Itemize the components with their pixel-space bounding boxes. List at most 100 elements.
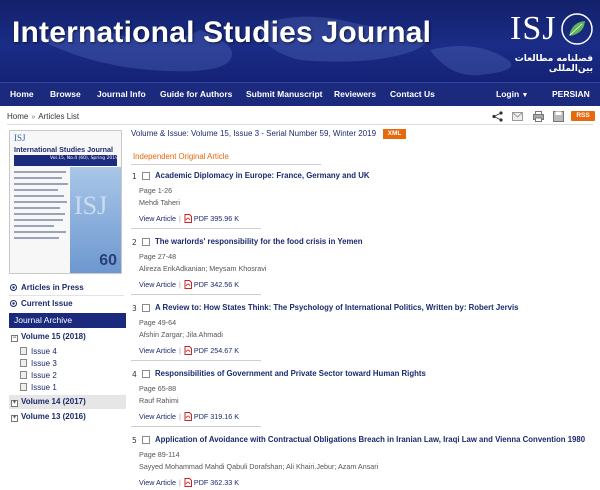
nav-contact-us[interactable]: Contact Us [390,89,435,99]
article-pages: Page 89-114 [139,450,180,459]
journal-logo[interactable]: ISJ فصلنامه مطالعات بین‌المللی [508,10,593,78]
current-issue-link[interactable]: Current Issue [10,299,73,308]
view-article-link[interactable]: View Article [139,214,176,223]
pdf-download-link[interactable]: PDF 362.33 K [194,478,239,487]
nav-submit-manuscript[interactable]: Submit Manuscript [246,89,323,99]
view-article-link[interactable]: View Article [139,412,176,421]
divider [131,360,261,361]
nav-browse[interactable]: Browse [50,89,81,99]
article-authors[interactable]: Mehdi Taheri [139,198,180,207]
divider [7,124,593,125]
plus-icon: + [11,415,18,422]
article-links: View Article | PDF 395.96 K [139,214,240,223]
nav-language[interactable]: PERSIAN [552,89,590,99]
volume-issue-line: Volume & Issue: Volume 15, Issue 3 - Ser… [131,129,377,138]
pdf-download-link[interactable]: PDF 319.16 K [194,412,239,421]
volume-13-toggle[interactable]: + Volume 13 (2016) [9,410,126,424]
divider [9,295,124,296]
nav-home[interactable]: Home [10,89,34,99]
article-links: View Article | PDF 254.67 K [139,346,240,355]
cover-issue-number: 60 [99,252,117,269]
nav-login[interactable]: Login ▼ [496,89,528,99]
nav-journal-info[interactable]: Journal Info [97,89,146,99]
article-checkbox[interactable] [142,238,150,246]
document-icon [20,347,27,355]
journal-archive-header: Journal Archive [9,313,126,328]
article-pages: Page 65-88 [139,384,177,393]
plus-icon: + [11,400,18,407]
article-checkbox[interactable] [142,172,150,180]
issue-1-link[interactable]: Issue 1 [20,383,57,392]
pdf-icon [184,412,192,421]
article-pages: Page 1-26 [139,186,173,195]
print-icon[interactable] [533,111,544,122]
articles-in-press-link[interactable]: Articles in Press [10,283,84,292]
issue-3-link[interactable]: Issue 3 [20,359,57,368]
article-number: 1 [132,172,137,181]
bullet-icon [10,284,17,291]
nav-reviewers[interactable]: Reviewers [334,89,376,99]
article-authors[interactable]: Rauf Rahimi [139,396,179,405]
view-article-link[interactable]: View Article [139,478,176,487]
header-banner: International Studies Journal ISJ فصلنام… [0,0,600,82]
issue-2-link[interactable]: Issue 2 [20,371,57,380]
volume-15-toggle[interactable]: − Volume 15 (2018) [9,330,126,344]
journal-cover-image[interactable]: ISJ International Studies Journal Vol.15… [9,130,122,274]
article-checkbox[interactable] [142,436,150,444]
bullet-icon [10,300,17,307]
divider [131,164,321,165]
article-title[interactable]: The warlords' responsibility for the foo… [155,237,363,246]
article-checkbox[interactable] [142,304,150,312]
article-item: 1 Academic Diplomacy in Europe: France, … [131,171,591,232]
nav-guide-for-authors[interactable]: Guide for Authors [160,89,232,99]
share-icon[interactable] [492,111,503,122]
pdf-icon [184,478,192,487]
view-article-link[interactable]: View Article [139,346,176,355]
document-icon [20,359,27,367]
cover-watermark: ISJ [74,191,108,220]
article-number: 4 [132,370,137,379]
article-authors[interactable]: Afshin Zargar; Jila Ahmadi [139,330,223,339]
pdf-download-link[interactable]: PDF 342.56 K [194,280,239,289]
article-title[interactable]: Application of Avoidance with Contractua… [155,435,585,444]
article-title[interactable]: Responsibilities of Government and Priva… [155,369,426,378]
email-icon[interactable] [512,112,523,121]
article-number: 3 [132,304,137,313]
caret-down-icon: ▼ [521,92,529,99]
pdf-icon [184,280,192,289]
view-article-link[interactable]: View Article [139,280,176,289]
article-title[interactable]: Academic Diplomacy in Europe: France, Ge… [155,171,369,180]
logo-persian-text: فصلنامه مطالعات بین‌المللی [514,54,593,74]
article-authors[interactable]: Alireza ErikAdkanian; Meysam Khosravi [139,264,266,273]
pdf-download-link[interactable]: PDF 254.67 K [194,346,239,355]
rss-button[interactable]: RSS [571,111,595,121]
save-icon[interactable] [553,111,564,122]
breadcrumb-current: Articles List [38,112,80,121]
issue-4-link[interactable]: Issue 4 [20,347,57,356]
article-item: 3 A Review to: How States Think: The Psy… [131,303,591,364]
cover-toc-lines [14,171,69,243]
article-links: View Article | PDF 342.56 K [139,280,240,289]
article-number: 5 [132,436,137,445]
article-title[interactable]: A Review to: How States Think: The Psych… [155,303,518,312]
minus-icon: − [11,335,18,342]
article-links: View Article | PDF 362.33 K [139,478,240,487]
article-item: 2 The warlords' responsibility for the f… [131,237,591,298]
pdf-icon [184,346,192,355]
divider [131,426,261,427]
document-icon [20,371,27,379]
document-icon [20,383,27,391]
section-title: Independent Original Article [133,152,229,161]
xml-button[interactable]: XML [383,129,406,139]
article-number: 2 [132,238,137,247]
article-authors[interactable]: Sayyed Mohammad Mahdi Qabuli Dorafshan; … [139,462,378,471]
breadcrumb-home[interactable]: Home [7,112,28,121]
article-checkbox[interactable] [142,370,150,378]
site-title[interactable]: International Studies Journal [12,16,431,50]
cover-volume: Vol.15, No.4 (60), Spring 2019 [49,156,118,161]
logo-text: ISJ [510,10,557,47]
pdf-download-link[interactable]: PDF 395.96 K [194,214,239,223]
volume-14-toggle[interactable]: + Volume 14 (2017) [9,395,126,409]
divider [131,294,261,295]
chevron-right-icon: » [31,114,36,121]
